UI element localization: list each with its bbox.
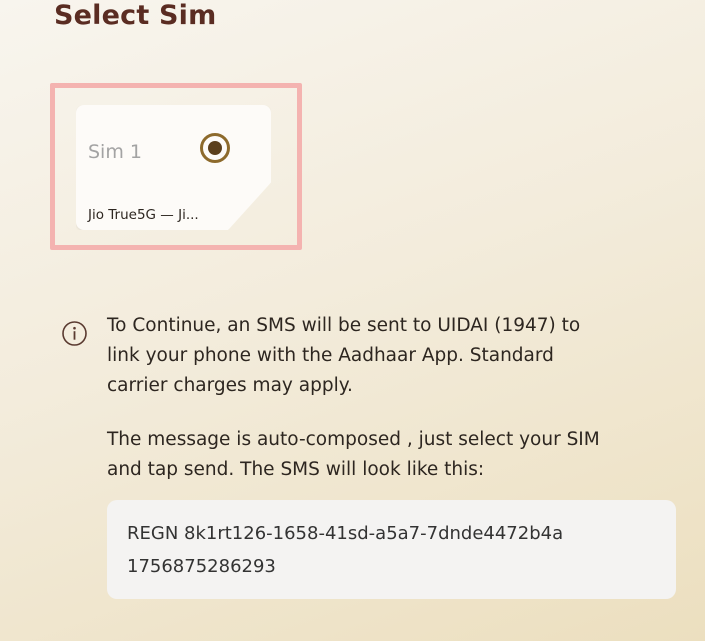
sim-carrier-label: Jio True5G — Ji... bbox=[88, 207, 199, 223]
info-paragraph-1-line: To Continue, an SMS will be sent to UIDA… bbox=[107, 315, 581, 336]
page-title: Select Sim bbox=[54, 0, 217, 31]
info-message: To Continue, an SMS will be sent to UIDA… bbox=[107, 311, 682, 485]
info-icon bbox=[62, 321, 87, 346]
info-paragraph-2: The message is auto-composed , just sele… bbox=[107, 425, 682, 485]
info-paragraph-1: To Continue, an SMS will be sent to UIDA… bbox=[107, 311, 682, 401]
sim-card[interactable]: Sim 1 Jio True5G — Ji... bbox=[76, 105, 271, 230]
sms-preview-line: REGN 8k1rt126-1658-41sd-a5a7-7dnde4472b4… bbox=[127, 523, 564, 544]
sms-preview-line: 1756875286293 bbox=[127, 556, 276, 577]
info-paragraph-1-line: carrier charges may apply. bbox=[107, 375, 353, 396]
info-paragraph-2-line: and tap send. The SMS will look like thi… bbox=[107, 459, 485, 480]
radio-selected-icon[interactable] bbox=[200, 133, 230, 163]
sim-name: Sim 1 bbox=[88, 141, 142, 163]
info-paragraph-2-line: The message is auto-composed , just sele… bbox=[107, 429, 600, 450]
radio-dot bbox=[208, 141, 222, 155]
info-paragraph-1-line: link your phone with the Aadhaar App. St… bbox=[107, 345, 554, 366]
sms-preview-box: REGN 8k1rt126-1658-41sd-a5a7-7dnde4472b4… bbox=[107, 500, 676, 599]
